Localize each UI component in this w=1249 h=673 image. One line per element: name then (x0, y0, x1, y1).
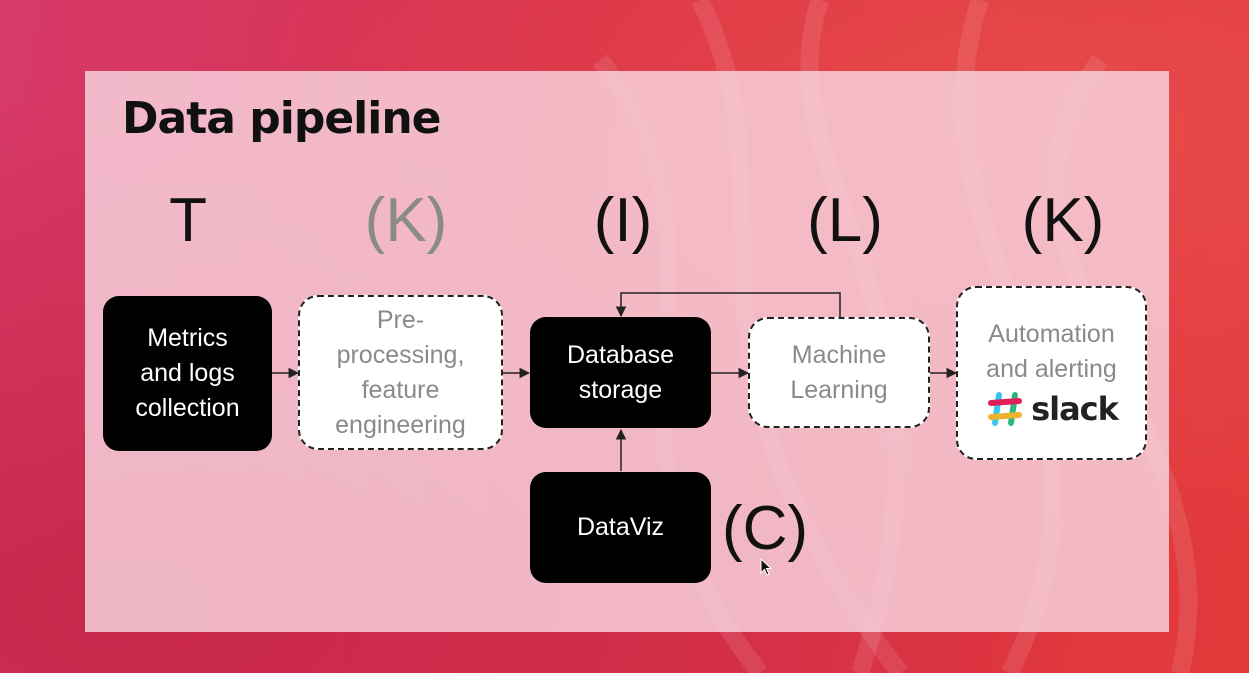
node-preprocessing-label: Pre- processing, feature engineering (335, 305, 466, 439)
node-automation-alerting: Automation and alerting slack (956, 286, 1147, 460)
stage-letter-metrics: T (169, 186, 207, 255)
arrow-ml-feedback-to-database (615, 292, 841, 318)
slack-icon (988, 392, 1023, 426)
stage-letter-preprocessing: (K) (364, 186, 448, 255)
slack-logo: slack (985, 389, 1119, 429)
node-database-label: Database storage (566, 340, 675, 404)
node-ml-label: Machine Learning (790, 340, 888, 404)
stage-letter-database: (I) (593, 186, 653, 255)
node-dataviz: DataViz (530, 472, 711, 583)
stage-letter-ml: (L) (807, 186, 883, 255)
slack-wordmark: slack (1031, 390, 1119, 428)
node-automation-label: Automation and alerting (986, 320, 1117, 383)
node-metrics-label: Metrics and logs collection (135, 324, 240, 422)
node-dataviz-label: DataViz (576, 513, 665, 541)
mouse-cursor-icon (760, 558, 773, 576)
slide-title: Data pipeline (122, 93, 442, 144)
node-preprocessing: Pre- processing, feature engineering (298, 295, 503, 450)
node-machine-learning: Machine Learning (748, 317, 930, 428)
stage-letter-dataviz: (C) (721, 494, 809, 563)
slide-panel: Data pipeline T (K) (I) (L) (K) Metrics … (85, 71, 1169, 632)
node-metrics-logs-collection: Metrics and logs collection (103, 296, 272, 451)
node-database-storage: Database storage (530, 317, 711, 428)
stage-letter-automation: (K) (1021, 186, 1105, 255)
